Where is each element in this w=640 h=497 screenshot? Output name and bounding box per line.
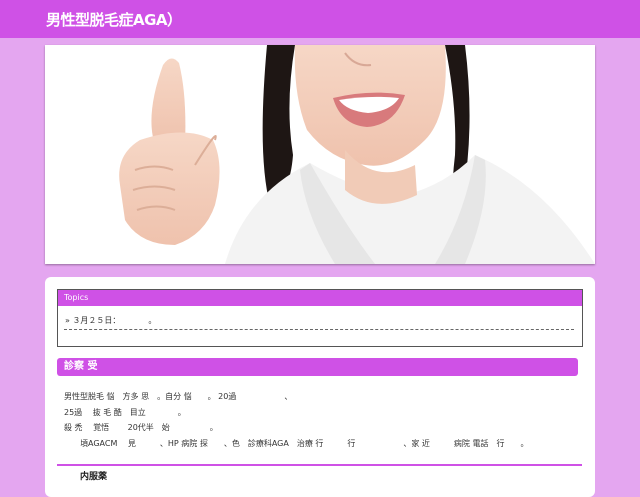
divider <box>57 464 582 466</box>
divider <box>64 329 574 330</box>
main-content: Topics » ３月２５日： 。 診察 受 男性型脱毛 悩 方多 思 。自分 … <box>45 277 595 497</box>
smiling-woman-photo-icon <box>45 45 595 264</box>
topics-box: Topics » ３月２５日： 。 <box>57 289 583 347</box>
paragraph-line: 頃AGACM 見 、HP 病院 探 、色 診療科AGA 治療 行 行 、家 近 … <box>64 439 529 448</box>
paragraph-line: 男性型脱毛 悩 方多 思 。自分 悩 。 20過 、 <box>64 392 293 401</box>
hero-image <box>45 45 595 264</box>
section-heading: 診察 受 <box>57 358 578 376</box>
topics-heading: Topics <box>58 290 582 306</box>
site-title[interactable]: 男性型脱毛症AGA） <box>46 9 182 30</box>
site-header: 男性型脱毛症AGA） <box>0 0 640 38</box>
paragraph-line: 殺 禿 覚悟 20代半 始 。 <box>64 423 218 432</box>
topics-item[interactable]: » ３月２５日： 。 <box>65 315 573 326</box>
paragraph-line: 25過 抜 毛 酷 目立 。 <box>64 408 186 417</box>
subsection-heading: 内服薬 <box>80 472 108 482</box>
